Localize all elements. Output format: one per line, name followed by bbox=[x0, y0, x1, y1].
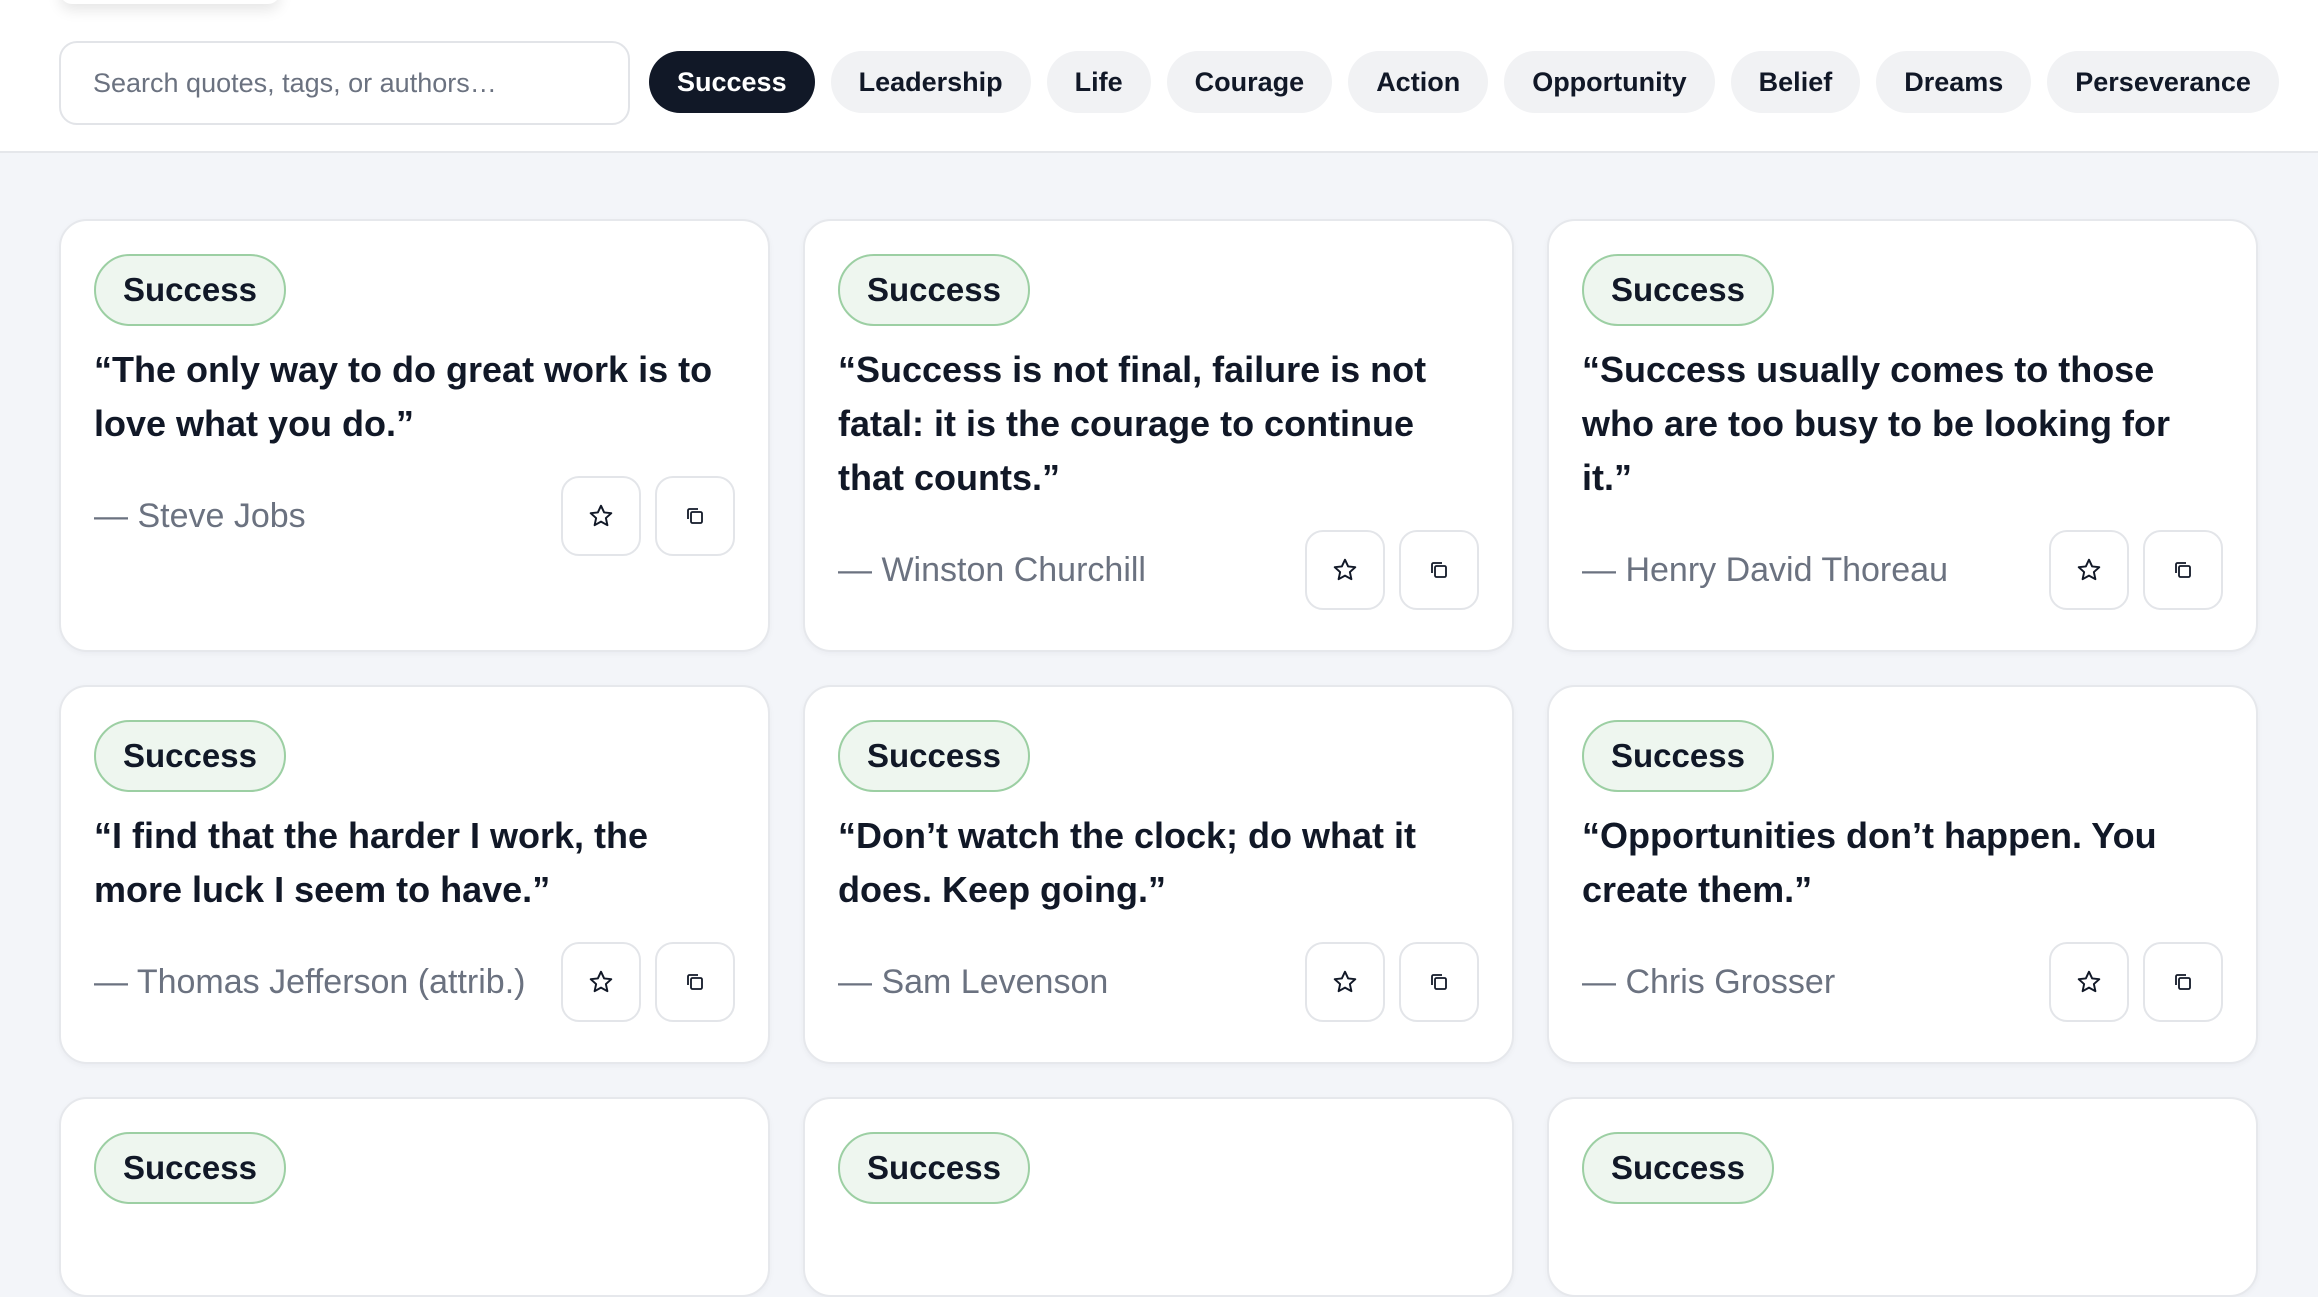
favorite-button[interactable] bbox=[1305, 530, 1385, 610]
quote-grid: Success “The only way to do great work i… bbox=[59, 219, 2259, 1297]
search-input[interactable] bbox=[59, 41, 630, 125]
quote-tag[interactable]: Success bbox=[1582, 254, 1774, 326]
quote-text: “Success is not final, failure is not fa… bbox=[838, 349, 1427, 498]
quote-tag[interactable]: Success bbox=[94, 1132, 286, 1204]
copy-button[interactable] bbox=[2143, 530, 2223, 610]
chip-action[interactable]: Action bbox=[1348, 51, 1489, 113]
quote-text: “Success usually comes to those who are … bbox=[1582, 349, 2171, 498]
quote-meta: — Henry David Thoreau bbox=[1582, 530, 2223, 610]
chip-opportunity[interactable]: Opportunity bbox=[1504, 51, 1715, 113]
category-chips: Success Leadership Life Courage Action O… bbox=[649, 51, 2279, 113]
favorite-button[interactable] bbox=[2049, 942, 2129, 1022]
chip-life[interactable]: Life bbox=[1046, 51, 1151, 113]
copy-icon bbox=[1429, 972, 1449, 992]
quote-author: — Sam Levenson bbox=[838, 962, 1109, 1001]
quote-tag[interactable]: Success bbox=[838, 1132, 1030, 1204]
quote-actions bbox=[561, 476, 735, 556]
quote-text: “I find that the harder I work, the more… bbox=[94, 815, 649, 910]
top-toolbar: Success Leadership Life Courage Action O… bbox=[0, 0, 2318, 153]
quote-text: “Don’t watch the clock; do what it does.… bbox=[838, 815, 1417, 910]
chip-perseverance[interactable]: Perseverance bbox=[2047, 51, 2279, 113]
copy-icon bbox=[2173, 560, 2193, 580]
copy-icon bbox=[1429, 560, 1449, 580]
favorite-button[interactable] bbox=[2049, 530, 2129, 610]
favorite-button[interactable] bbox=[1305, 942, 1385, 1022]
star-icon bbox=[1332, 969, 1358, 995]
quote-card: Success “Success is not final, failure i… bbox=[803, 219, 1514, 652]
quote-tag[interactable]: Success bbox=[1582, 720, 1774, 792]
copy-icon bbox=[685, 972, 705, 992]
chip-dreams[interactable]: Dreams bbox=[1876, 51, 2032, 113]
quote-tag[interactable]: Success bbox=[838, 720, 1030, 792]
copy-button[interactable] bbox=[1399, 530, 1479, 610]
star-icon bbox=[588, 503, 614, 529]
quote-card: Success bbox=[803, 1097, 1514, 1297]
quote-tag[interactable]: Success bbox=[94, 720, 286, 792]
chip-courage[interactable]: Courage bbox=[1166, 51, 1333, 113]
quote-card: Success “Opportunities don’t happen. You… bbox=[1547, 685, 2258, 1064]
quote-tag[interactable]: Success bbox=[838, 254, 1030, 326]
copy-button[interactable] bbox=[2143, 942, 2223, 1022]
quote-author: — Chris Grosser bbox=[1582, 962, 1836, 1001]
quote-text: “The only way to do great work is to lov… bbox=[94, 349, 713, 444]
quote-meta: — Steve Jobs bbox=[94, 476, 735, 556]
copy-button[interactable] bbox=[655, 476, 735, 556]
star-icon bbox=[2076, 969, 2102, 995]
chip-success[interactable]: Success bbox=[649, 51, 815, 113]
quote-meta: — Thomas Jefferson (attrib.) bbox=[94, 942, 735, 1022]
quote-tag[interactable]: Success bbox=[1582, 1132, 1774, 1204]
copy-button[interactable] bbox=[1399, 942, 1479, 1022]
quote-meta: — Sam Levenson bbox=[838, 942, 1479, 1022]
quote-actions bbox=[1305, 530, 1479, 610]
quote-tag[interactable]: Success bbox=[94, 254, 286, 326]
copy-icon bbox=[2173, 972, 2193, 992]
favorite-button[interactable] bbox=[561, 476, 641, 556]
quote-author: — Henry David Thoreau bbox=[1582, 550, 1948, 589]
chip-leadership[interactable]: Leadership bbox=[830, 51, 1031, 113]
copy-icon bbox=[685, 506, 705, 526]
quote-actions bbox=[2049, 530, 2223, 610]
quote-author: — Thomas Jefferson (attrib.) bbox=[94, 962, 526, 1001]
toolbar-shadow-decoration bbox=[60, 0, 280, 4]
quote-card: Success “Don’t watch the clock; do what … bbox=[803, 685, 1514, 1064]
quote-card: Success “Success usually comes to those … bbox=[1547, 219, 2258, 652]
quote-actions bbox=[2049, 942, 2223, 1022]
star-icon bbox=[2076, 557, 2102, 583]
quote-actions bbox=[561, 942, 735, 1022]
quote-card: Success “I find that the harder I work, … bbox=[59, 685, 770, 1064]
quote-card: Success “The only way to do great work i… bbox=[59, 219, 770, 652]
quote-card: Success bbox=[1547, 1097, 2258, 1297]
quote-text: “Opportunities don’t happen. You create … bbox=[1582, 815, 2157, 910]
star-icon bbox=[1332, 557, 1358, 583]
quote-card: Success bbox=[59, 1097, 770, 1297]
quote-actions bbox=[1305, 942, 1479, 1022]
favorite-button[interactable] bbox=[561, 942, 641, 1022]
copy-button[interactable] bbox=[655, 942, 735, 1022]
quote-author: — Winston Churchill bbox=[838, 550, 1146, 589]
quote-author: — Steve Jobs bbox=[94, 496, 306, 535]
chip-belief[interactable]: Belief bbox=[1730, 51, 1861, 113]
quote-meta: — Winston Churchill bbox=[838, 530, 1479, 610]
quote-meta: — Chris Grosser bbox=[1582, 942, 2223, 1022]
star-icon bbox=[588, 969, 614, 995]
